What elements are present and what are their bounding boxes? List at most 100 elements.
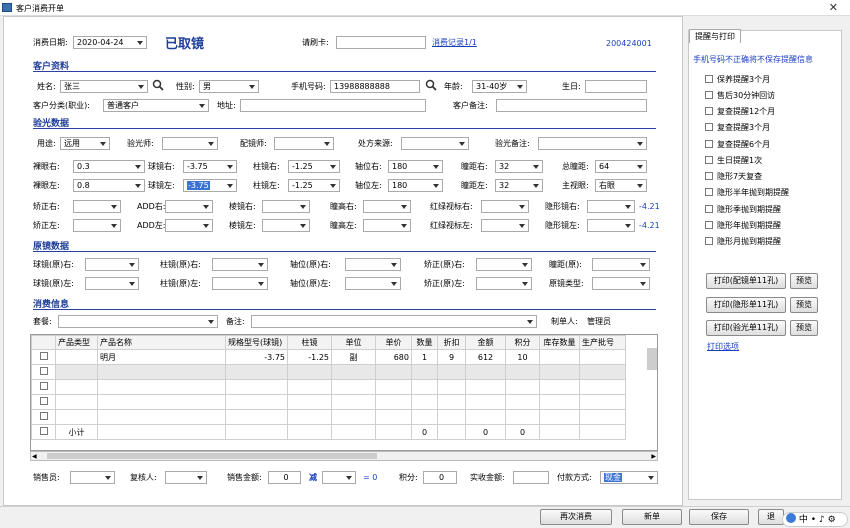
orig-sph-left-select[interactable] (85, 277, 139, 290)
horizontal-scrollbar[interactable]: ◀ ▶ (30, 451, 658, 461)
optometry-note-select[interactable] (538, 137, 647, 150)
sph-right-select[interactable]: -3.75 (183, 160, 237, 173)
cyl-right-select[interactable]: -1.25 (288, 160, 340, 173)
sales-amount-input[interactable]: 0 (268, 471, 301, 484)
table-row[interactable] (31, 379, 626, 395)
preview-glasses-button[interactable]: 预览 (790, 273, 818, 289)
reminder-checkbox[interactable]: 复查提醒3个月 (705, 122, 770, 133)
table-cell[interactable] (539, 349, 580, 365)
print-optometry-button[interactable]: 打印(验光单11孔) (706, 320, 786, 336)
table-cell[interactable]: 612 (465, 349, 506, 365)
print-options-link[interactable]: 打印选项 (707, 341, 739, 353)
table-cell[interactable]: -1.25 (287, 349, 332, 365)
table-row[interactable] (31, 364, 626, 380)
phone-input[interactable]: 13988888888 (330, 80, 420, 93)
table-cell[interactable]: 9 (437, 349, 466, 365)
prism-left-select[interactable] (262, 219, 310, 232)
table-cell[interactable]: 1 (411, 349, 438, 365)
rx-source-select[interactable] (401, 137, 469, 150)
customer-remark-input[interactable] (496, 99, 647, 112)
product-table[interactable]: 产品类型 产品名称 规格型号(球镜) 柱镜 单位 单价 数量 折扣 金额 积分 … (30, 334, 658, 451)
scroll-right-icon[interactable]: ▶ (651, 453, 656, 460)
row-checkbox[interactable] (39, 352, 48, 360)
orig-axis-right-select[interactable] (345, 258, 401, 271)
row-checkbox[interactable] (39, 367, 48, 375)
ua-right-select[interactable]: 0.3 (73, 160, 145, 173)
actual-amount-input[interactable] (513, 471, 549, 484)
date-picker[interactable]: 2020-04-24 (73, 36, 147, 49)
exit-button[interactable]: 退 (758, 509, 784, 525)
reminder-checkbox[interactable]: 复查提醒6个月 (705, 139, 770, 150)
reviewer-select[interactable] (165, 471, 207, 484)
tab-reminder-print[interactable]: 提醒与打印 (689, 29, 741, 43)
cl-left-select[interactable] (587, 219, 635, 232)
orig-pd-select[interactable] (592, 258, 650, 271)
row-checkbox[interactable] (39, 427, 48, 435)
table-row[interactable] (31, 409, 626, 425)
dominant-eye-select[interactable]: 右眼 (595, 179, 647, 192)
table-cell[interactable]: 10 (505, 349, 540, 365)
reminder-checkbox[interactable]: 复查提醒12个月 (705, 106, 775, 117)
age-select[interactable]: 31-40岁 (472, 80, 527, 93)
use-select[interactable]: 远用 (60, 137, 110, 150)
reminder-checkbox[interactable]: 隐形7天复查 (705, 171, 762, 182)
orig-sph-right-select[interactable] (85, 258, 139, 271)
card-input[interactable] (336, 36, 426, 49)
cyl-left-select[interactable]: -1.25 (288, 179, 340, 192)
again-button[interactable]: 再次消费 (540, 509, 612, 525)
category-select[interactable]: 普通客户 (103, 99, 209, 112)
ime-tray[interactable]: 中 • ♪ ⚙ (782, 512, 848, 527)
row-checkbox[interactable] (39, 382, 48, 390)
va-left-select[interactable] (73, 219, 121, 232)
fitter-select[interactable] (274, 137, 334, 150)
name-input[interactable]: 张三 (60, 80, 148, 93)
scrollbar-thumb[interactable] (47, 453, 377, 459)
axis-left-select[interactable]: 180 (388, 179, 443, 192)
reminder-checkbox[interactable]: 售后30分钟回访 (705, 90, 775, 101)
optometrist-select[interactable] (162, 137, 218, 150)
orig-cyl-right-select[interactable] (212, 258, 268, 271)
axis-right-select[interactable]: 180 (388, 160, 443, 173)
rg-left-select[interactable] (481, 219, 529, 232)
reminder-checkbox[interactable]: 隐形月抛到期提醒 (705, 236, 781, 247)
sph-left-select[interactable]: -3.75 (183, 179, 237, 192)
table-cell[interactable] (55, 349, 98, 365)
table-cell[interactable]: 明月 (97, 349, 226, 365)
preview-optometry-button[interactable]: 预览 (790, 320, 818, 336)
birthday-input[interactable] (585, 80, 647, 93)
table-cell[interactable]: 副 (331, 349, 376, 365)
add-left-select[interactable] (165, 219, 213, 232)
row-checkbox[interactable] (39, 412, 48, 420)
total-pd-select[interactable]: 64 (595, 160, 647, 173)
table-cell[interactable]: -3.75 (225, 349, 288, 365)
pay-method-select[interactable]: 现金 (600, 471, 658, 484)
print-contact-button[interactable]: 打印(隐形单11孔) (706, 297, 786, 313)
search-icon[interactable] (425, 79, 437, 91)
points-input[interactable]: 0 (423, 471, 457, 484)
reminder-checkbox[interactable]: 隐形季抛到期提醒 (705, 204, 781, 215)
reminder-checkbox[interactable]: 保养提醒3个月 (705, 74, 770, 85)
scroll-left-icon[interactable]: ◀ (32, 453, 37, 460)
close-icon[interactable]: ✕ (829, 1, 838, 14)
ph-left-select[interactable] (363, 219, 411, 232)
table-row[interactable]: 明月 -3.75 -1.25 副 680 1 9 612 10 (31, 349, 626, 365)
reminder-checkbox[interactable]: 隐形半年抛到期提醒 (705, 187, 789, 198)
orig-va-left-select[interactable] (476, 277, 532, 290)
reminder-checkbox[interactable]: 生日提醒1次 (705, 155, 762, 166)
address-input[interactable] (240, 99, 426, 112)
search-icon[interactable] (152, 79, 164, 91)
discount-select[interactable] (322, 471, 356, 484)
pd-right-select[interactable]: 32 (495, 160, 543, 173)
table-cell[interactable]: 680 (375, 349, 412, 365)
vertical-scrollbar[interactable] (647, 348, 657, 370)
print-glasses-button[interactable]: 打印(配镜单11孔) (706, 273, 786, 289)
gender-select[interactable]: 男 (199, 80, 259, 93)
table-row[interactable] (31, 394, 626, 410)
orig-va-right-select[interactable] (476, 258, 532, 271)
ua-left-select[interactable]: 0.8 (73, 179, 145, 192)
history-link[interactable]: 消费记录1/1 (432, 37, 477, 49)
orig-axis-left-select[interactable] (345, 277, 401, 290)
prism-right-select[interactable] (262, 200, 310, 213)
reminder-checkbox[interactable]: 隐形年抛到期提醒 (705, 220, 781, 231)
cl-right-select[interactable] (587, 200, 635, 213)
